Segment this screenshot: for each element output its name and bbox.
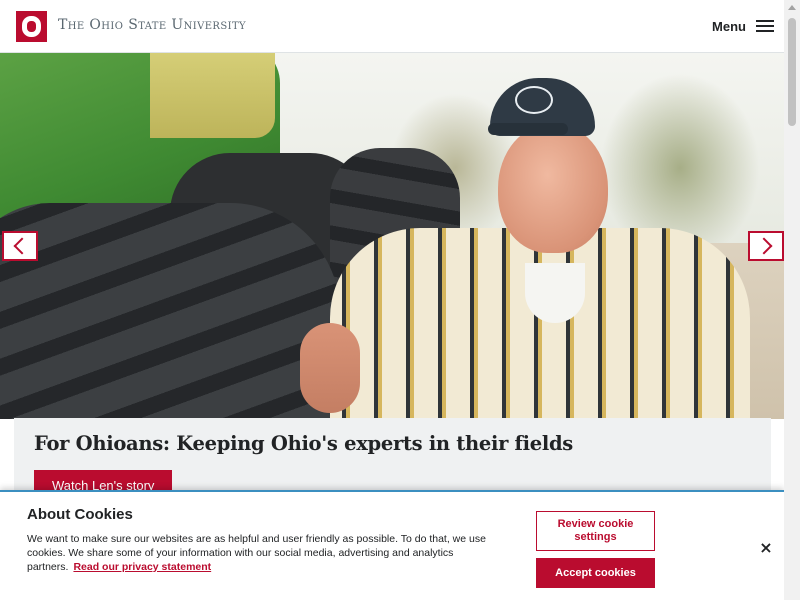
hamburger-icon — [756, 20, 774, 32]
cookie-banner-title: About Cookies — [27, 506, 133, 523]
scroll-up-arrow-icon[interactable] — [788, 5, 796, 10]
hero-caption-title: For Ohioans: Keeping Ohio's experts in t… — [34, 432, 573, 455]
ohio-state-logo-icon[interactable] — [16, 11, 47, 42]
cookie-banner-text: We want to make sure our websites are as… — [27, 532, 512, 574]
hero-photo-cap-brim — [488, 123, 568, 135]
chevron-right-icon — [755, 237, 773, 255]
logo-o-shape — [22, 16, 41, 37]
close-icon[interactable]: × — [757, 539, 775, 557]
hero-photo-face — [498, 123, 608, 253]
hero-carousel — [0, 53, 784, 419]
page-scrollbar[interactable] — [784, 0, 800, 600]
hero-photo-arm — [300, 323, 360, 413]
logo-o-inner — [27, 21, 36, 32]
chevron-left-icon — [13, 237, 31, 255]
cookie-banner: About Cookies We want to make sure our w… — [0, 490, 784, 600]
menu-button[interactable]: Menu — [712, 15, 774, 37]
site-header: The Ohio State University Menu — [0, 0, 800, 53]
carousel-next-button[interactable] — [748, 231, 784, 261]
university-wordmark[interactable]: The Ohio State University — [58, 17, 246, 33]
menu-label: Menu — [712, 18, 746, 34]
accept-cookies-button[interactable]: Accept cookies — [536, 558, 655, 588]
review-cookie-settings-button[interactable]: Review cookie settings — [536, 511, 655, 551]
hero-photo-cap-logo — [515, 86, 553, 114]
privacy-statement-link[interactable]: Read our privacy statement — [73, 561, 211, 573]
hero-photo-undershirt — [525, 263, 585, 323]
carousel-previous-button[interactable] — [2, 231, 38, 261]
scroll-thumb[interactable] — [788, 18, 796, 126]
hero-photo-tractor-trim — [150, 53, 275, 138]
hero-photo-plaid-shirt — [330, 228, 750, 419]
hero-photo-front-tire — [0, 203, 340, 419]
